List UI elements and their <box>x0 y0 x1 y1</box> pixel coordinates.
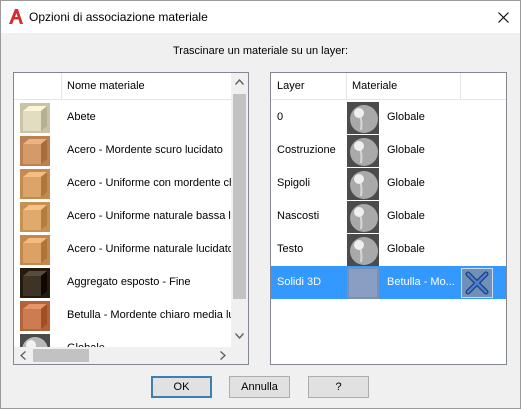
material-swatch-icon <box>347 267 379 299</box>
detach-x-icon <box>465 271 489 295</box>
material-sphere-icon <box>347 102 379 134</box>
material-list-item[interactable]: Betulla - Mordente chiaro media luc <box>14 299 234 332</box>
layer-row[interactable]: Nascosti Globale <box>271 200 506 233</box>
material-name: Acero - Uniforme naturale lucidato <box>67 243 234 255</box>
material-name: Acero - Mordente scuro lucidato <box>67 144 223 156</box>
material-header-label: Materiale <box>352 80 398 92</box>
materials-vertical-scroll-thumb[interactable] <box>233 94 246 299</box>
materials-list[interactable]: Nome materiale Abete Acero - Mordente scu… <box>13 72 249 365</box>
assigned-material: Globale <box>387 210 425 222</box>
materials-horizontal-scrollbar[interactable] <box>14 347 233 364</box>
layer-name: Solidi 3D <box>277 276 322 288</box>
layer-row[interactable]: Costruzione Globale <box>271 134 506 167</box>
thumbnail-column-header[interactable] <box>14 73 62 100</box>
material-list-item[interactable]: Acero - Uniforme naturale lucidato <box>14 233 234 266</box>
material-name: Aggregato esposto - Fine <box>67 276 191 288</box>
layer-column-header[interactable]: Layer <box>271 73 347 100</box>
window-title: Opzioni di associazione materiale <box>29 10 208 24</box>
assigned-material: Globale <box>387 144 425 156</box>
scroll-right-arrow-icon[interactable] <box>220 351 226 360</box>
layer-name: 0 <box>277 111 284 123</box>
materials-horizontal-scroll-thumb[interactable] <box>33 349 89 362</box>
ok-button[interactable]: OK <box>151 376 212 398</box>
material-swatch-icon <box>20 268 50 298</box>
material-list-item[interactable]: Abete <box>14 101 234 134</box>
material-name-column-header[interactable]: Nome materiale <box>62 73 233 100</box>
layer-name: Testo <box>277 243 304 255</box>
assigned-material: Globale <box>387 177 425 189</box>
detach-material-button[interactable] <box>461 268 493 298</box>
scroll-left-arrow-icon[interactable] <box>20 351 26 360</box>
layer-name: Nascosti <box>277 210 320 222</box>
layer-header-label: Layer <box>277 80 305 92</box>
layer-row[interactable]: Testo Globale <box>271 233 506 266</box>
material-list-item[interactable]: Acero - Uniforme con mordente ch <box>14 167 234 200</box>
action-column-header[interactable] <box>461 73 506 100</box>
close-icon <box>497 11 509 23</box>
material-name-header-label: Nome materiale <box>67 80 145 92</box>
materials-vertical-scrollbar[interactable] <box>231 73 248 347</box>
material-name: Acero - Uniforme con mordente ch <box>67 177 234 189</box>
layer-assignments-list[interactable]: Layer Materiale 0 Globale Costruzione Globa… <box>270 72 507 365</box>
help-button[interactable]: ? <box>308 376 369 398</box>
autocad-logo-icon <box>9 9 23 24</box>
assigned-material: Globale <box>387 111 425 123</box>
layer-name: Spigoli <box>277 177 311 189</box>
layer-row-selected[interactable]: Solidi 3D Betulla - Mo... <box>271 266 506 299</box>
title-bar[interactable]: Opzioni di associazione materiale <box>1 1 520 33</box>
material-swatch-icon <box>20 103 50 133</box>
assigned-material: Globale <box>387 243 425 255</box>
material-swatch-icon <box>20 202 50 232</box>
material-name: Acero - Uniforme naturale bassa lu <box>67 210 234 222</box>
instruction-text: Trascinare un materiale su un layer: <box>172 45 349 57</box>
material-swatch-icon <box>20 169 50 199</box>
layer-name: Costruzione <box>277 144 336 156</box>
close-button[interactable] <box>486 1 520 33</box>
material-sphere-icon <box>347 135 379 167</box>
material-list-item[interactable]: Acero - Mordente scuro lucidato <box>14 134 234 167</box>
material-swatch-icon <box>20 301 50 331</box>
material-list-item[interactable]: Aggregato esposto - Fine <box>14 266 234 299</box>
scroll-up-arrow-icon[interactable] <box>235 79 244 85</box>
scroll-down-arrow-icon[interactable] <box>235 333 244 339</box>
cancel-button[interactable]: Annulla <box>229 376 290 398</box>
material-sphere-icon <box>347 168 379 200</box>
material-sphere-icon <box>347 234 379 266</box>
assigned-material: Betulla - Mo... <box>387 276 455 288</box>
material-name: Abete <box>67 111 96 123</box>
layer-row[interactable]: 0 Globale <box>271 101 506 134</box>
material-attachment-dialog: Opzioni di associazione materiale Trasci… <box>0 0 521 409</box>
scrollbar-corner <box>231 347 248 364</box>
material-sphere-icon <box>347 201 379 233</box>
material-name: Betulla - Mordente chiaro media luc <box>67 309 234 321</box>
material-swatch-icon <box>20 136 50 166</box>
material-column-header[interactable]: Materiale <box>347 73 461 100</box>
material-swatch-icon <box>20 235 50 265</box>
layer-row[interactable]: Spigoli Globale <box>271 167 506 200</box>
material-list-item[interactable]: Acero - Uniforme naturale bassa lu <box>14 200 234 233</box>
